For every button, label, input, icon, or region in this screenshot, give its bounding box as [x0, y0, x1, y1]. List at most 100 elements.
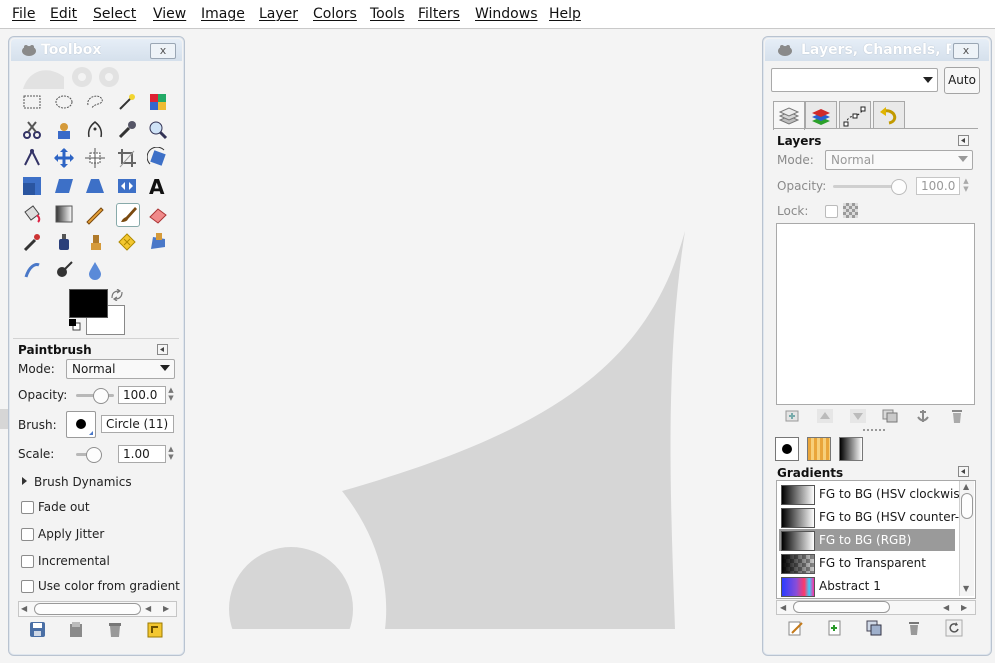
- brush-preview-button[interactable]: [66, 411, 96, 438]
- scroll-left-icon[interactable]: ◀: [21, 604, 27, 613]
- tool-perspective[interactable]: [84, 175, 108, 199]
- menu-tools[interactable]: Tools: [370, 6, 405, 22]
- use-color-from-gradient-checkbox[interactable]: [21, 580, 34, 593]
- tool-measure[interactable]: [21, 147, 45, 171]
- tool-rotate[interactable]: [146, 146, 171, 171]
- gradient-row[interactable]: FG to BG (HSV counter-: [779, 506, 959, 528]
- tool-paths[interactable]: [84, 119, 108, 143]
- foreground-color-swatch[interactable]: [69, 289, 108, 318]
- menu-colors[interactable]: Colors: [313, 6, 357, 22]
- anchor-layer-icon[interactable]: [914, 408, 932, 424]
- gradient-row[interactable]: FG to Transparent: [779, 552, 955, 574]
- restore-options-icon[interactable]: [65, 619, 87, 641]
- tool-free-select[interactable]: [84, 91, 108, 115]
- menu-help[interactable]: Help: [549, 6, 581, 22]
- scroll-down-icon[interactable]: ▼: [963, 584, 969, 593]
- toolbox-close-button[interactable]: x: [150, 43, 176, 59]
- pattern-swatch[interactable]: [807, 437, 831, 461]
- apply-jitter-checkbox[interactable]: [21, 528, 34, 541]
- incremental-checkbox[interactable]: [21, 555, 34, 568]
- tool-eraser[interactable]: [147, 203, 171, 227]
- gradient-row[interactable]: FG to BG (HSV clockwis: [779, 483, 960, 505]
- duplicate-gradient-icon[interactable]: [865, 619, 883, 637]
- layers-dock-titlebar[interactable]: Layers, Channels, P x: [765, 39, 989, 61]
- swap-colors-icon[interactable]: [110, 289, 124, 301]
- new-layer-icon[interactable]: [783, 408, 801, 424]
- gradient-row[interactable]: Abstract 1: [779, 575, 955, 597]
- undo-history-tab[interactable]: [873, 101, 905, 129]
- opacity-field[interactable]: 100.0: [118, 386, 166, 404]
- tool-select-by-color[interactable]: [147, 91, 171, 115]
- layers-dock-close-button[interactable]: x: [953, 43, 979, 59]
- scroll-up-icon[interactable]: ▲: [963, 482, 969, 491]
- refresh-gradients-icon[interactable]: [945, 619, 963, 637]
- layers-tab[interactable]: [773, 101, 805, 130]
- mode-combo[interactable]: Normal: [66, 359, 175, 379]
- scale-slider-knob[interactable]: [86, 447, 102, 463]
- scrollbar-thumb[interactable]: [793, 601, 890, 613]
- configure-tab-icon[interactable]: [157, 344, 168, 355]
- menu-windows[interactable]: Windows: [475, 6, 538, 22]
- tool-heal[interactable]: [116, 231, 140, 255]
- gradients-vertical-scrollbar[interactable]: ▲ ▼: [959, 481, 974, 596]
- scroll-left-icon[interactable]: ◀: [780, 603, 786, 612]
- scroll-right-icon[interactable]: ▶: [163, 604, 169, 613]
- image-menu-combo[interactable]: [771, 68, 938, 92]
- delete-options-icon[interactable]: [104, 619, 126, 641]
- tool-pencil[interactable]: [84, 203, 108, 227]
- tool-color-picker[interactable]: [116, 119, 140, 143]
- gradient-row-selected[interactable]: FG to BG (RGB): [779, 529, 955, 551]
- reset-options-icon[interactable]: [144, 619, 166, 641]
- gradients-horizontal-scrollbar[interactable]: ◀ ◀ ▶: [776, 600, 976, 615]
- delete-gradient-icon[interactable]: [905, 619, 923, 637]
- scale-spinner-icon[interactable]: ▲ ▼: [167, 445, 175, 463]
- channels-tab[interactable]: [805, 101, 837, 129]
- tool-paintbrush[interactable]: [115, 203, 140, 227]
- layer-opacity-field[interactable]: 100.0: [916, 177, 960, 195]
- scale-field[interactable]: 1.00: [118, 445, 166, 463]
- tool-rect-select[interactable]: [21, 91, 45, 115]
- menu-view[interactable]: View: [153, 6, 186, 22]
- tool-fuzzy-select[interactable]: [116, 91, 140, 115]
- layer-mode-combo[interactable]: Normal: [825, 150, 973, 170]
- configure-tab-icon[interactable]: [958, 466, 969, 477]
- gradients-list[interactable]: FG to BG (HSV clockwis FG to BG (HSV cou…: [776, 480, 976, 599]
- delete-layer-icon[interactable]: [948, 408, 966, 424]
- save-options-icon[interactable]: [27, 619, 49, 641]
- layer-opacity-spinner-icon[interactable]: ▲ ▼: [962, 177, 970, 195]
- tool-align[interactable]: [84, 147, 108, 171]
- menu-edit[interactable]: Edit: [50, 6, 77, 22]
- scrollbar-thumb[interactable]: [961, 493, 973, 519]
- tool-scissors[interactable]: [21, 119, 45, 143]
- layers-list[interactable]: [776, 223, 975, 405]
- scroll-right-icon[interactable]: ▶: [961, 603, 967, 612]
- configure-tab-icon[interactable]: [958, 135, 969, 146]
- gradient-swatch[interactable]: [839, 437, 863, 461]
- tool-dodge-burn[interactable]: [53, 259, 77, 283]
- tool-blur-sharpen[interactable]: [84, 259, 108, 283]
- auto-button[interactable]: Auto: [944, 67, 980, 94]
- menu-filters[interactable]: Filters: [418, 6, 460, 22]
- scrollbar-thumb[interactable]: [34, 603, 141, 615]
- raise-layer-icon[interactable]: [816, 408, 834, 424]
- dock-separator-handle[interactable]: [863, 429, 885, 431]
- tool-move[interactable]: [53, 147, 77, 171]
- fade-out-checkbox[interactable]: [21, 501, 34, 514]
- expander-arrow-icon[interactable]: [22, 477, 27, 485]
- opacity-slider-knob[interactable]: [93, 388, 109, 404]
- tool-scale[interactable]: [21, 175, 45, 199]
- default-colors-icon[interactable]: [69, 319, 81, 331]
- lock-pixels-checkbox[interactable]: [825, 205, 838, 218]
- tool-ellipse-select[interactable]: [53, 91, 77, 115]
- brush-dynamics-expander[interactable]: Brush Dynamics: [34, 475, 132, 489]
- tool-ink[interactable]: [53, 231, 77, 255]
- tool-crop[interactable]: [116, 147, 140, 171]
- tool-zoom[interactable]: [147, 119, 171, 143]
- scroll-left-icon[interactable]: ◀: [943, 603, 949, 612]
- tool-flip[interactable]: [116, 175, 140, 199]
- tool-airbrush[interactable]: [21, 231, 45, 255]
- tool-bucket-fill[interactable]: [21, 203, 45, 227]
- menu-file[interactable]: File: [12, 6, 35, 22]
- lower-layer-icon[interactable]: [849, 408, 867, 424]
- paths-tab[interactable]: [839, 101, 871, 129]
